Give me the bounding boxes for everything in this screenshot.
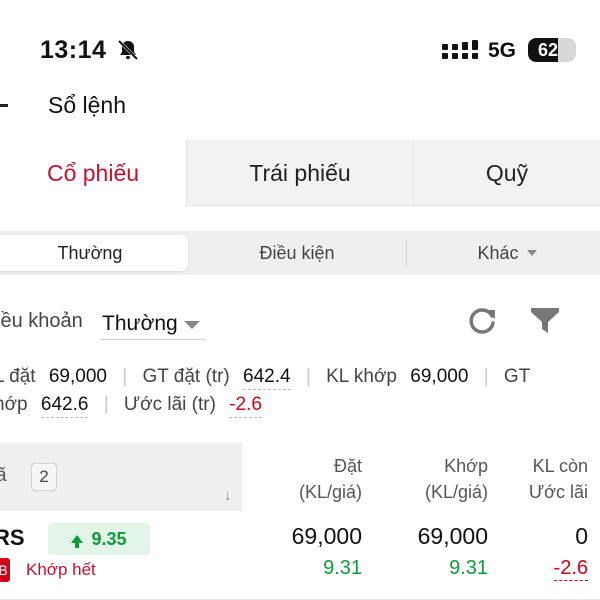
tab-trai-phieu[interactable]: Trái phiếu	[186, 140, 413, 206]
order-side-badge: B	[0, 558, 10, 582]
order-type-value: Thường	[102, 312, 178, 335]
tab-quy[interactable]: Quỹ	[413, 140, 600, 206]
kl-dat-value: 69,000	[48, 366, 107, 387]
uoc-lai-value: -2.6	[229, 394, 262, 418]
col-dat-line2: (KL/giá)	[298, 482, 362, 502]
stock-symbol: RS	[0, 525, 25, 550]
subtab-khac-label: Khác	[477, 242, 519, 263]
col-ma-label: ã	[0, 465, 7, 486]
kl-con: 0	[575, 523, 588, 549]
caret-down-icon	[184, 321, 200, 329]
col-con-line2: Ước lãi	[528, 482, 588, 502]
page-title: Sổ lệnh	[48, 92, 127, 118]
battery-level: 62	[537, 40, 559, 60]
main-tabs: Cổ phiếu Trái phiếu Quỹ	[0, 140, 600, 206]
sort-down-icon[interactable]: ↓	[224, 487, 232, 504]
gt-dat-value: 642.4	[243, 366, 291, 390]
dat-gia: 9.31	[323, 557, 362, 579]
table-row[interactable]: RS 9.35 B Khớp hết 69,000 9.31 69,000 9.…	[0, 511, 600, 600]
table-header-symbol-cell[interactable]: ã 2 ↓	[0, 443, 242, 511]
filter-label: iều khoản	[0, 310, 83, 332]
gt-khop-label-end: hớp	[0, 394, 28, 415]
last-price: 9.35	[91, 528, 127, 549]
table-header: ã 2 ↓ Đặt (KL/giá) Khớp (KL/giá) KL còn …	[0, 443, 600, 511]
status-time: 13:14	[40, 36, 107, 64]
signal-icon	[442, 40, 478, 59]
col-khop-header: Khớp (KL/giá)	[425, 453, 488, 505]
caret-down-icon	[526, 250, 537, 256]
tab-co-phieu[interactable]: Cổ phiếu	[0, 140, 186, 206]
kl-khop-value: 69,000	[410, 366, 469, 387]
order-count-badge: 2	[31, 463, 57, 491]
col-con-line1: KL còn	[532, 456, 588, 476]
refresh-icon[interactable]	[466, 304, 498, 336]
khop-gia: 9.31	[449, 557, 488, 579]
dat-kl: 69,000	[291, 523, 362, 549]
battery-icon: 62	[528, 38, 576, 62]
summary-line-1: L đặt 69,000 | GT đặt (tr) 642.4 | KL kh…	[0, 366, 530, 396]
col-dat-line1: Đặt	[333, 456, 362, 476]
kl-dat-label: L đặt	[0, 366, 36, 387]
gt-dat-label: GT đặt (tr)	[142, 366, 230, 387]
separator: |	[103, 394, 109, 415]
sub-tabs: Thường Điều kiện Khác	[0, 231, 600, 275]
bell-off-icon	[117, 39, 139, 61]
gt-khop-label-start: GT	[503, 366, 531, 387]
summary-line-2: hớp 642.6 | Ước lãi (tr) -2.6	[0, 394, 262, 424]
uoc-lai: -2.6	[553, 557, 588, 581]
uoc-lai-label: Ước lãi (tr)	[123, 394, 216, 415]
separator: |	[305, 366, 311, 387]
subtab-dieu-kien[interactable]: Điều kiện	[188, 235, 406, 271]
funnel-icon[interactable]	[528, 304, 562, 336]
filter-row: iều khoản Thường	[0, 300, 600, 344]
col-khop-line1: Khớp	[444, 456, 488, 476]
arrow-up-icon	[71, 535, 84, 548]
col-khop-line2: (KL/giá)	[424, 482, 488, 502]
last-price-badge: 9.35	[48, 523, 150, 555]
separator: |	[483, 366, 489, 387]
chevron-left-icon[interactable]	[0, 104, 8, 107]
gt-khop-value: 642.6	[40, 394, 89, 418]
khop-kl: 69,000	[417, 523, 488, 549]
col-con-header: KL còn Ước lãi	[529, 453, 588, 505]
subtab-khac[interactable]: Khác	[407, 235, 600, 271]
col-dat-header: Đặt (KL/giá)	[299, 453, 362, 505]
subtab-thuong[interactable]: Thường	[0, 235, 188, 271]
order-status: Khớp hết	[26, 560, 96, 579]
kl-khop-label: KL khớp	[326, 366, 397, 387]
separator: |	[122, 366, 128, 387]
network-type: 5G	[488, 39, 517, 62]
app-header: Sổ lệnh	[0, 76, 600, 140]
order-type-select[interactable]: Thường	[100, 306, 206, 340]
